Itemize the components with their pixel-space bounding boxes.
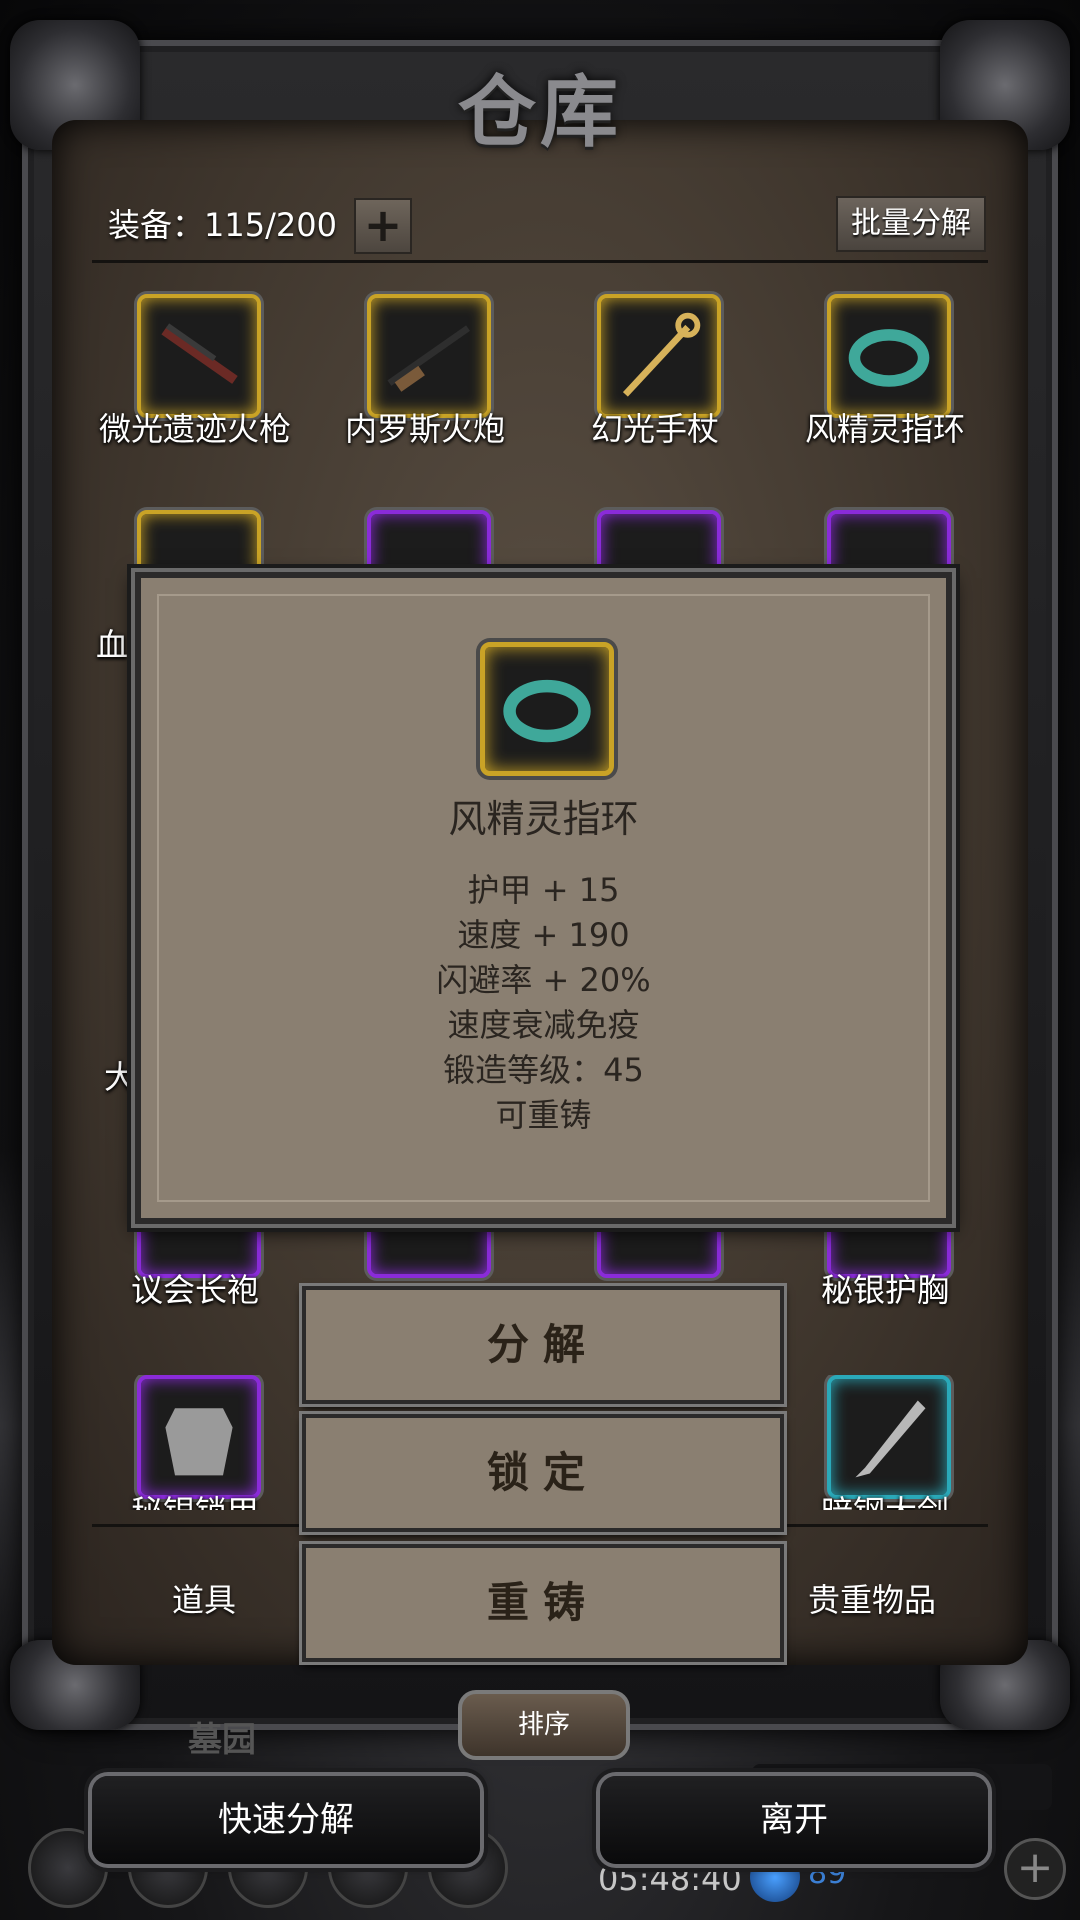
item-label: 秘银护胸 bbox=[820, 1271, 949, 1309]
equipment-count: 装备：115/200 bbox=[108, 206, 337, 244]
musket-icon bbox=[387, 325, 470, 392]
item-label: 秘银锁甲 bbox=[80, 1487, 310, 1510]
stat-line: 速度衰减免疫 bbox=[447, 1006, 640, 1044]
stat-line: 护甲 + 15 bbox=[467, 871, 620, 909]
tab-valuables[interactable]: 贵重物品 bbox=[808, 1575, 936, 1621]
stat-line: 速度 + 190 bbox=[457, 916, 630, 954]
reforge-button[interactable]: 重铸 bbox=[302, 1544, 784, 1662]
stat-line: 锻造等级：45 bbox=[443, 1051, 644, 1089]
ring-icon bbox=[503, 679, 591, 743]
quick-decompose-button[interactable]: 快速分解 bbox=[92, 1776, 480, 1864]
inventory-item[interactable]: 微光遗迹火枪 bbox=[80, 294, 310, 464]
item-slot bbox=[597, 294, 721, 418]
stat-line: 可重铸 bbox=[495, 1096, 592, 1134]
add-currency-button[interactable]: + bbox=[1004, 1838, 1066, 1900]
item-label: 内罗斯火炮 bbox=[344, 410, 505, 448]
inventory-item[interactable]: 暗钢大剑 bbox=[770, 1375, 1000, 1510]
item-label-partial: 血 bbox=[96, 626, 129, 664]
chainmail-icon bbox=[165, 1408, 233, 1476]
greatsword-icon bbox=[855, 1400, 926, 1478]
item-detail-stats: 护甲 + 15 速度 + 190 闪避率 + 20% 速度衰减免疫 锻造等级：4… bbox=[141, 868, 946, 1138]
item-detail-icon bbox=[480, 642, 614, 776]
lock-button[interactable]: 锁定 bbox=[302, 1414, 784, 1532]
item-label: 幻光手杖 bbox=[590, 410, 719, 448]
expand-capacity-button[interactable]: + bbox=[354, 198, 412, 254]
batch-decompose-button[interactable]: 批量分解 bbox=[836, 196, 986, 252]
page-title: 仓库 bbox=[457, 67, 622, 158]
divider bbox=[92, 260, 988, 263]
inventory-item[interactable]: 幻光手杖 bbox=[540, 294, 770, 464]
rifle-icon bbox=[161, 323, 238, 384]
decompose-button[interactable]: 分解 bbox=[302, 1286, 784, 1404]
item-slot bbox=[827, 294, 951, 418]
item-detail-name: 风精灵指环 bbox=[448, 797, 639, 841]
game-clock: 05:48:40 bbox=[598, 1860, 742, 1898]
inventory-item[interactable]: 风精灵指环 bbox=[770, 294, 1000, 464]
item-slot bbox=[137, 294, 261, 418]
plus-icon: + bbox=[1016, 1842, 1054, 1893]
item-slot bbox=[367, 294, 491, 418]
item-slot bbox=[137, 1375, 261, 1499]
item-label: 议会长袍 bbox=[130, 1271, 259, 1309]
item-detail-dialog: 风精灵指环 护甲 + 15 速度 + 190 闪避率 + 20% 速度衰减免疫 … bbox=[135, 572, 952, 1224]
stat-line: 闪避率 + 20% bbox=[436, 961, 651, 999]
background-location-text: 墓园 bbox=[188, 1720, 256, 1760]
sort-button[interactable]: 排序 bbox=[458, 1690, 630, 1760]
staff-icon bbox=[622, 312, 701, 397]
item-label: 微光遗迹火枪 bbox=[98, 410, 291, 448]
item-label: 风精灵指环 bbox=[804, 410, 965, 448]
inventory-item[interactable]: 内罗斯火炮 bbox=[310, 294, 540, 464]
leave-button[interactable]: 离开 bbox=[600, 1776, 988, 1864]
tab-items[interactable]: 道具 bbox=[172, 1575, 236, 1621]
ring-icon bbox=[848, 329, 930, 387]
plus-icon: + bbox=[363, 198, 403, 252]
item-label: 暗钢大剑 bbox=[770, 1487, 1000, 1510]
item-slot bbox=[827, 1375, 951, 1499]
inventory-item[interactable]: 秘银锁甲 bbox=[80, 1375, 310, 1510]
